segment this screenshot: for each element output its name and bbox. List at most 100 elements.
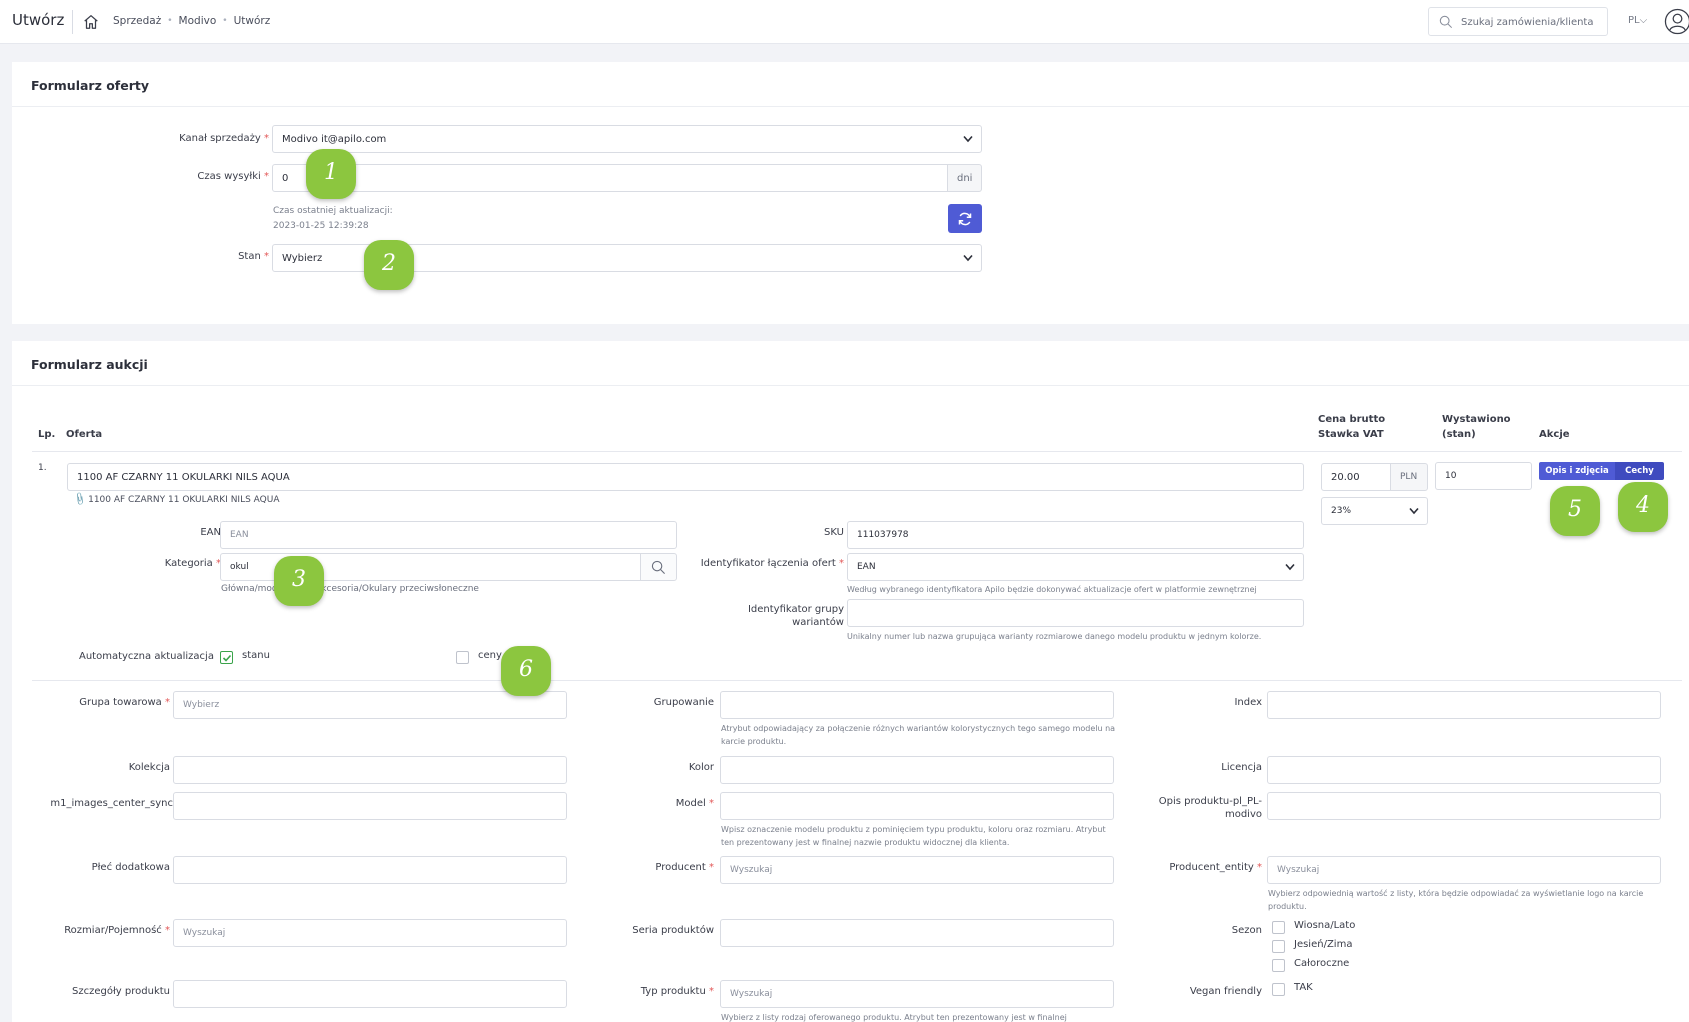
grouping-label: Grupowanie (653, 697, 714, 708)
join-identifier-label: Identyfikator łączenia ofert * (700, 558, 844, 569)
variant-group-label-line2: wariantów (792, 617, 844, 628)
product-group-select[interactable]: Wybierz (173, 691, 567, 719)
section-divider (32, 680, 1682, 681)
search-icon (1439, 15, 1453, 29)
join-identifier-help: Według wybranego identyfikatora Apilo bę… (847, 585, 1257, 594)
auto-update-price-checkbox[interactable] (456, 651, 469, 664)
season-checkbox-spring-summer[interactable] (1272, 921, 1285, 934)
vat-select-value: 23% (1331, 506, 1352, 516)
annotation-badge-5: 5 (1550, 486, 1600, 536)
auto-update-stock-label: stanu (242, 650, 270, 661)
chevron-down-icon (963, 135, 973, 143)
offer-form-panel: Formularz oferty Kanał sprzedaży * Modiv… (12, 62, 1689, 324)
search-input[interactable] (1461, 13, 1601, 31)
last-update-value: 2023-01-25 12:39:28 (273, 221, 369, 231)
season-option-autumn-winter: Jesień/Zima (1294, 939, 1353, 950)
producer-entity-input[interactable]: Wyszukaj (1267, 856, 1661, 884)
product-details-label: Szczegóły produktu (72, 986, 170, 997)
category-label: Kategoria * (164, 558, 221, 569)
auto-update-stock-checkbox[interactable] (220, 651, 233, 664)
last-update-label: Czas ostatniej aktualizacji: (273, 206, 393, 216)
auto-update-label: Automatyczna aktualizacja (79, 651, 214, 662)
column-header-price: Cena brutto (1318, 414, 1386, 425)
join-identifier-value: EAN (857, 562, 876, 572)
search-box[interactable] (1428, 7, 1608, 36)
annotation-badge-6: 6 (501, 646, 551, 696)
collection-input[interactable] (173, 756, 567, 784)
state-select-value: Wybierz (282, 253, 323, 264)
features-button[interactable]: Cechy (1615, 462, 1664, 480)
page-title: Utwórz (12, 11, 65, 29)
license-input[interactable] (1267, 756, 1661, 784)
description-photos-button[interactable]: Opis i zdjęcia (1539, 462, 1615, 480)
table-header-divider (32, 451, 1682, 452)
season-option-spring-summer: Wiosna/Lato (1294, 920, 1356, 931)
variant-group-input[interactable] (847, 599, 1304, 627)
breadcrumb-modivo[interactable]: Modivo (179, 15, 217, 27)
product-type-help: Wybierz z listy rodzaj oferowanego produ… (721, 1013, 1067, 1022)
grouping-input[interactable] (720, 691, 1114, 719)
season-label: Sezon (1231, 925, 1262, 936)
sku-input[interactable]: 111037978 (847, 521, 1304, 549)
chevron-down-icon (1409, 507, 1419, 515)
breadcrumb-separator: • (167, 16, 173, 26)
m1-images-label: m1_images_center_sync (50, 798, 173, 809)
m1-images-input[interactable] (173, 792, 567, 820)
extra-gender-input[interactable] (173, 856, 567, 884)
product-description-input[interactable] (1267, 792, 1661, 820)
product-type-label: Typ produktu * (640, 986, 714, 997)
offer-form-title: Formularz oferty (12, 62, 1689, 107)
category-search-button[interactable] (640, 553, 677, 581)
license-label: Licencja (1221, 762, 1262, 773)
breadcrumb-sprzedaz[interactable]: Sprzedaż (113, 15, 161, 27)
chevron-down-icon: ⌵ (1639, 15, 1648, 26)
color-label: Kolor (688, 762, 714, 773)
vat-select[interactable]: 23% (1321, 497, 1428, 525)
producer-input[interactable]: Wyszukaj (720, 856, 1114, 884)
producer-entity-label: Producent_entity * (1169, 862, 1262, 873)
season-option-all-year: Całoroczne (1294, 958, 1350, 969)
product-series-input[interactable] (720, 919, 1114, 947)
ship-time-input[interactable]: 0 (272, 164, 948, 192)
ship-time-label: Czas wysyłki * (197, 171, 269, 182)
column-header-actions: Akcje (1539, 429, 1570, 440)
annotation-badge-4: 4 (1618, 482, 1668, 532)
channel-label: Kanał sprzedaży * (179, 133, 269, 144)
category-path: Główna/moda/dzieci/Akcesoria/Okulary prz… (221, 584, 479, 594)
state-label: Stan * (238, 251, 269, 262)
ship-time-unit: dni (947, 164, 982, 192)
season-checkbox-all-year[interactable] (1272, 959, 1285, 972)
variant-group-help: Unikalny numer lub nazwa grupująca waria… (847, 632, 1262, 641)
language-selector[interactable]: PL⌵ (1628, 15, 1647, 26)
row-number: 1. (38, 463, 47, 473)
product-type-input[interactable]: Wyszukaj (720, 980, 1114, 1008)
user-avatar-icon[interactable] (1664, 8, 1689, 35)
offer-name-input[interactable]: 1100 AF CZARNY 11 OKULARKI NILS AQUA (67, 463, 1304, 491)
color-input[interactable] (720, 756, 1114, 784)
ean-input[interactable]: EAN (220, 521, 677, 549)
breadcrumb-utworz: Utwórz (233, 15, 271, 27)
variant-group-label: Identyfikator grupy wariantów (748, 603, 844, 629)
product-description-label: Opis produktu-pl_PL- modivo (1159, 795, 1262, 821)
listed-stock-input[interactable]: 10 (1435, 462, 1532, 490)
column-header-lp: Lp. (38, 429, 56, 440)
product-details-input[interactable] (173, 980, 567, 1008)
size-capacity-input[interactable]: Wyszukaj (173, 919, 567, 947)
model-input[interactable] (720, 792, 1114, 820)
vegan-checkbox[interactable] (1272, 983, 1285, 996)
price-input[interactable]: 20.00 (1321, 463, 1391, 491)
home-icon[interactable] (82, 13, 100, 31)
season-checkbox-autumn-winter[interactable] (1272, 940, 1285, 953)
product-series-label: Seria produktów (632, 925, 714, 936)
size-capacity-label: Rozmiar/Pojemność * (64, 925, 170, 936)
product-group-label: Grupa towarowa * (79, 697, 170, 708)
channel-select[interactable]: Modivo it@apilo.com (272, 125, 982, 153)
language-code: PL (1628, 15, 1640, 26)
model-help: Wpisz oznaczenie modelu produktu z pomin… (721, 825, 1106, 847)
index-input[interactable] (1267, 691, 1661, 719)
refresh-button[interactable] (948, 204, 982, 233)
vegan-option: TAK (1294, 982, 1313, 993)
index-label: Index (1234, 697, 1262, 708)
join-identifier-select[interactable]: EAN (847, 553, 1304, 581)
offer-link[interactable]: 📎 1100 AF CZARNY 11 OKULARKI NILS AQUA (72, 493, 279, 508)
